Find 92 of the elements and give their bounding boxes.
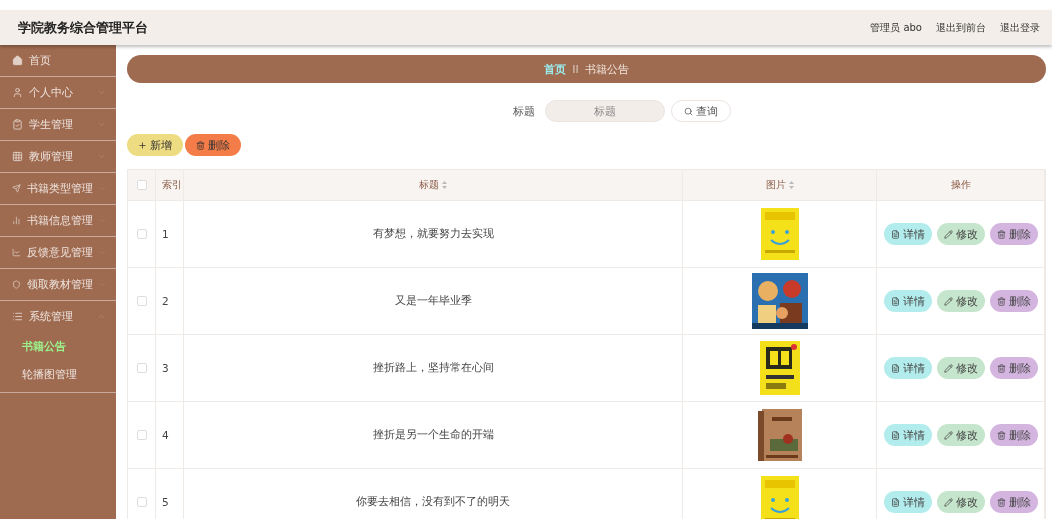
trash-icon <box>996 229 1006 239</box>
delete-button[interactable]: 删除 <box>989 424 1038 446</box>
checkbox[interactable] <box>136 180 147 190</box>
submenu-item[interactable]: 书籍公告 <box>0 332 116 360</box>
checkbox[interactable] <box>136 296 147 306</box>
header-link[interactable]: 管理员 abo <box>870 20 922 35</box>
document-icon <box>890 497 900 507</box>
trash-icon <box>196 140 205 150</box>
pencil-icon <box>943 430 953 440</box>
chevron-down-icon <box>97 152 106 161</box>
trash-icon <box>996 430 1006 440</box>
table-cell: 你要去相信，没有到不了的明天 <box>356 495 510 509</box>
sidebar-item[interactable]: 反馈意见管理 <box>0 237 116 269</box>
delete-button[interactable]: 删除 <box>989 223 1038 245</box>
pencil-icon <box>943 497 953 507</box>
user-icon <box>12 87 23 98</box>
trash-icon <box>996 363 1006 373</box>
edit-button[interactable]: 修改 <box>936 223 985 245</box>
bar-chart-icon <box>12 215 21 226</box>
sidebar-item[interactable]: 个人中心 <box>0 77 116 109</box>
sidebar-item[interactable]: 系统管理 <box>0 301 116 332</box>
chevron-down-icon <box>98 216 106 225</box>
trash-icon <box>996 296 1006 306</box>
details-button[interactable]: 详情 <box>883 223 932 245</box>
sidebar-item[interactable]: 书籍类型管理 <box>0 173 116 205</box>
edit-button[interactable]: 修改 <box>936 357 985 379</box>
column-header[interactable]: 图片 <box>765 178 786 192</box>
pencil-icon <box>943 363 953 373</box>
document-icon <box>890 296 900 306</box>
paper-plane-icon <box>12 183 21 194</box>
trash-icon <box>996 497 1006 507</box>
table-cell: 5 <box>162 496 169 508</box>
chevron-down-icon <box>97 88 106 97</box>
table-cell: 挫折路上，坚持常在心间 <box>372 361 494 375</box>
table-cell: 3 <box>162 362 169 374</box>
chevron-down-icon <box>97 120 106 129</box>
pencil-icon <box>943 296 953 306</box>
app-title: 学院教务综合管理平台 <box>18 18 148 37</box>
sidebar-item[interactable]: 首页 <box>0 45 116 77</box>
chevron-down-icon <box>98 280 106 289</box>
table-cell: 2 <box>162 295 169 307</box>
pencil-icon <box>943 229 953 239</box>
table-cell: 4 <box>162 429 169 441</box>
search-label: 标题 <box>512 103 535 119</box>
checkbox[interactable] <box>136 430 147 440</box>
column-header: 操作 <box>950 178 971 192</box>
table-cell: 又是一年毕业季 <box>394 294 472 308</box>
edit-button[interactable]: 修改 <box>936 491 985 513</box>
delete-button[interactable]: 删除 <box>989 491 1038 513</box>
header-link[interactable]: 退出到前台 <box>936 20 986 35</box>
delete-button[interactable]: 删除 <box>989 290 1038 312</box>
header-link[interactable]: 退出登录 <box>1000 20 1040 35</box>
details-button[interactable]: 详情 <box>883 491 932 513</box>
shield-icon <box>12 279 21 290</box>
sidebar-item[interactable]: 教师管理 <box>0 141 116 173</box>
details-button[interactable]: 详情 <box>883 357 932 379</box>
chevron-down-icon <box>98 184 106 193</box>
details-button[interactable]: 详情 <box>883 424 932 446</box>
document-icon <box>890 430 900 440</box>
table-cell: 1 <box>162 228 169 240</box>
query-button[interactable]: 查询 <box>670 100 731 122</box>
breadcrumb-separator: II <box>572 62 579 76</box>
breadcrumb-link[interactable]: 首页 <box>544 61 567 77</box>
column-header[interactable]: 标题 <box>419 178 439 192</box>
search-icon <box>683 106 693 116</box>
edit-button[interactable]: 修改 <box>936 290 985 312</box>
list-icon <box>12 311 23 322</box>
clipboard-icon <box>12 119 23 130</box>
home-icon <box>12 55 23 66</box>
checkbox[interactable] <box>136 229 147 239</box>
checkbox[interactable] <box>136 497 147 507</box>
chevron-down-icon <box>98 248 106 257</box>
sidebar-item[interactable]: 学生管理 <box>0 109 116 141</box>
sidebar-item[interactable]: 书籍信息管理 <box>0 205 116 237</box>
table-cell: 有梦想，就要努力去实现 <box>372 227 494 241</box>
submenu-item[interactable]: 轮播图管理 <box>0 360 116 388</box>
document-icon <box>890 363 900 373</box>
document-icon <box>890 229 900 239</box>
chevron-up-icon <box>97 312 106 321</box>
add-button[interactable]: 新增 <box>127 134 183 156</box>
search-field[interactable]: 标题 <box>544 100 665 122</box>
grid-icon <box>12 151 23 162</box>
sidebar-item[interactable]: 领取教材管理 <box>0 269 116 301</box>
delete-button[interactable]: 删除 <box>185 134 241 156</box>
details-button[interactable]: 详情 <box>883 290 932 312</box>
column-header: 索引 <box>162 178 182 192</box>
line-chart-icon <box>12 247 21 258</box>
plus-icon <box>138 140 147 150</box>
table-cell: 挫折是另一个生命的开端 <box>372 428 494 442</box>
delete-button[interactable]: 删除 <box>989 357 1038 379</box>
checkbox[interactable] <box>136 363 147 373</box>
edit-button[interactable]: 修改 <box>936 424 985 446</box>
